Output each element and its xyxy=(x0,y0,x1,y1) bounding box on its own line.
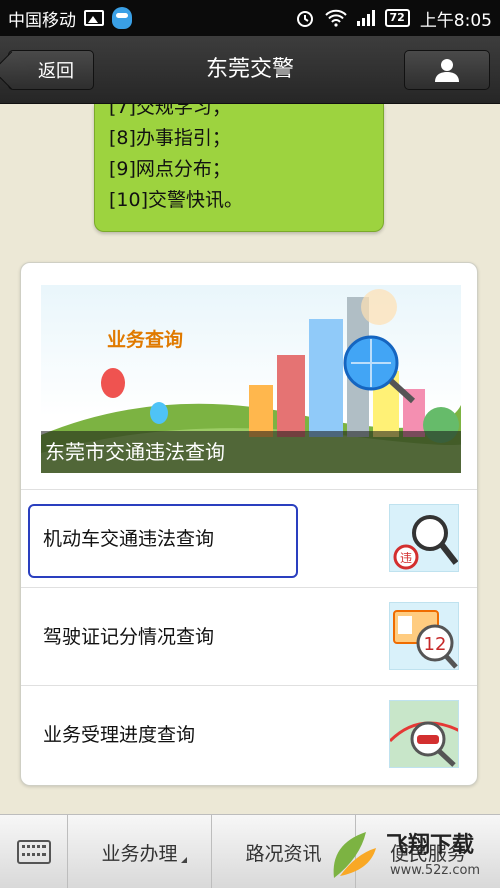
message-line: [7]交规学习； xyxy=(109,104,231,118)
menu-business-label: 业务办理 xyxy=(101,842,178,865)
signal-icon xyxy=(356,10,375,26)
message-line: [9]网点分布； xyxy=(109,158,231,180)
svg-text:违: 违 xyxy=(400,551,412,565)
banner-label: 业务查询 xyxy=(107,329,184,351)
list-item-label: 业务受理进度查询 xyxy=(43,724,196,746)
menu-traffic-info[interactable]: 路况资讯 xyxy=(212,815,356,888)
banner-image[interactable]: 业务查询 东莞市交通违法查询 xyxy=(41,285,461,473)
license-points-icon: 12 xyxy=(389,602,459,670)
qq-notification-icon xyxy=(112,7,132,29)
person-icon xyxy=(435,59,459,82)
clock: 上午8:05 xyxy=(419,10,492,31)
wifi-icon xyxy=(324,9,347,27)
list-item-progress-query[interactable]: 业务受理进度查询 xyxy=(21,685,477,783)
list-item-label: 机动车交通违法查询 xyxy=(43,528,215,550)
back-button-label: 返回 xyxy=(38,61,74,82)
status-bar: 中国移动 72 上午8:05 xyxy=(0,0,500,36)
battery-icon: 72 xyxy=(384,9,410,27)
svg-text:12: 12 xyxy=(424,634,447,655)
carrier-label: 中国移动 xyxy=(8,10,76,31)
car-magnifier-icon xyxy=(389,700,459,768)
magnifier-violation-icon: 违 xyxy=(389,504,459,572)
menu-traffic-info-label: 路况资讯 xyxy=(245,842,322,865)
message-bubble: [7]交规学习； [8]办事指引； [9]网点分布； [10]交警快讯。 xyxy=(94,104,384,232)
title-bar: 东莞交警 返回 xyxy=(0,36,500,104)
back-button[interactable]: 返回 xyxy=(8,50,94,90)
list-item-vehicle-violation[interactable]: 机动车交通违法查询 违 xyxy=(21,489,477,587)
news-card: 业务查询 东莞市交通违法查询 机动车交通违法查询 违 驾驶证记分情况查询 12 … xyxy=(20,262,478,786)
menu-business[interactable]: 业务办理 xyxy=(68,815,212,888)
keyboard-icon xyxy=(16,840,51,864)
submenu-indicator-icon xyxy=(181,857,187,863)
banner-caption: 东莞市交通违法查询 xyxy=(41,431,461,473)
alarm-icon xyxy=(296,11,313,27)
menu-services-label: 便民服务 xyxy=(389,842,466,865)
bottom-menu-bar: 业务办理 路况资讯 便民服务 xyxy=(0,814,500,888)
profile-button[interactable] xyxy=(404,50,490,90)
image-notification-icon xyxy=(84,10,104,26)
message-line: [10]交警快讯。 xyxy=(109,189,244,211)
keyboard-toggle-button[interactable] xyxy=(0,815,68,888)
list-item-label: 驾驶证记分情况查询 xyxy=(43,626,215,648)
menu-services[interactable]: 便民服务 xyxy=(356,815,500,888)
list-item-license-points[interactable]: 驾驶证记分情况查询 12 xyxy=(21,587,477,685)
message-line: [8]办事指引； xyxy=(109,127,231,149)
